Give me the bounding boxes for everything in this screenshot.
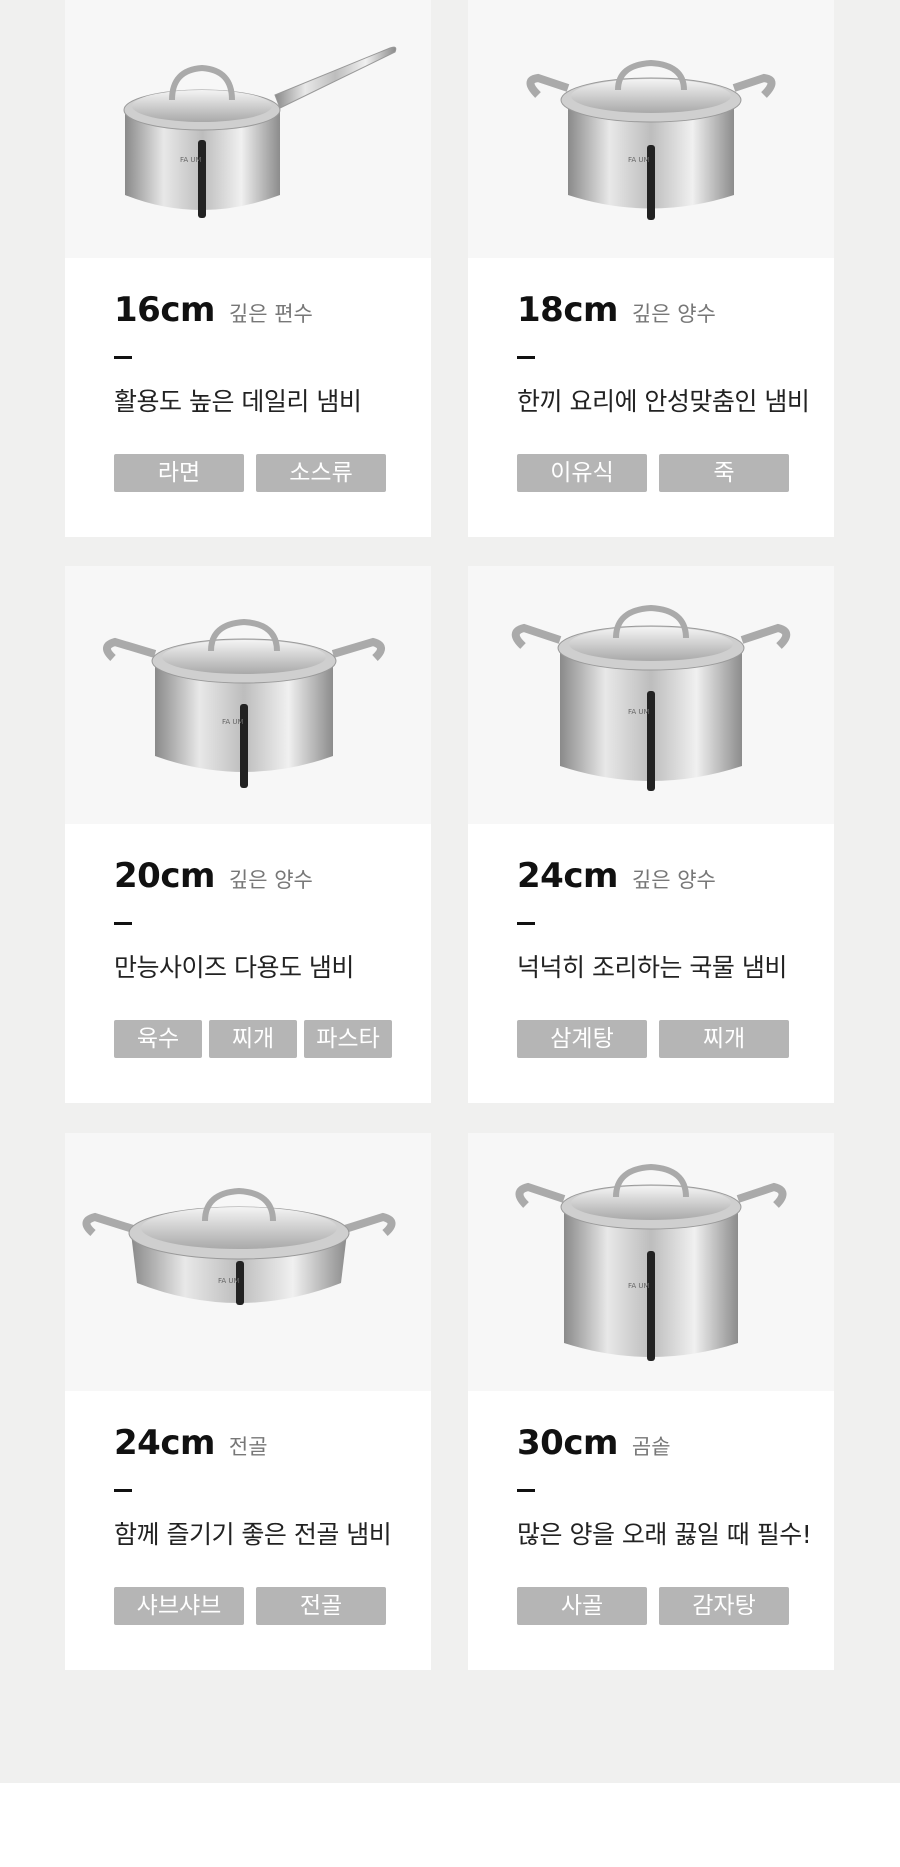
divider-dash (517, 356, 535, 359)
product-description: 많은 양을 오래 끓일 때 필수! (517, 1520, 812, 1549)
brand-logo: FA UM (222, 718, 244, 726)
tag-badge[interactable]: 샤브샤브 (114, 1587, 244, 1625)
product-card[interactable]: FA UM 18cm 깊은 양수 한끼 요리에 안성맞춤인 냄비 이유식 죽 (468, 0, 834, 537)
divider-dash (517, 922, 535, 925)
tag-list: 이유식 죽 (517, 454, 797, 492)
stockpot-image: FA UM (515, 1163, 787, 1361)
product-description: 활용도 높은 데일리 냄비 (114, 387, 362, 416)
product-photo: FA UM (65, 1133, 431, 1391)
pot-image: FA UM (526, 59, 776, 220)
product-photo: FA UM (468, 0, 834, 258)
product-card[interactable]: FA UM 30cm 곰솥 많은 양을 오래 끓일 때 필수! 사골 감자탕 (468, 1133, 834, 1670)
tag-badge[interactable]: 삼계탕 (517, 1020, 647, 1058)
divider-dash (114, 1489, 132, 1492)
tag-badge[interactable]: 육수 (114, 1020, 202, 1058)
product-card[interactable]: FA UM 20cm 깊은 양수 만능사이즈 다용도 냄비 육수 찌개 파스타 (65, 566, 431, 1103)
product-description: 만능사이즈 다용도 냄비 (114, 953, 354, 982)
pot-image: FA UM (103, 618, 385, 788)
brand-logo: FA UM (628, 708, 650, 716)
product-size: 24cm (517, 856, 618, 896)
product-description: 한끼 요리에 안성맞춤인 냄비 (517, 387, 810, 416)
product-photo: FA UM (65, 0, 431, 258)
divider-dash (517, 1489, 535, 1492)
pot-image: FA UM (511, 604, 791, 791)
product-kind: 깊은 양수 (228, 868, 313, 892)
tag-list: 라면 소스류 (114, 454, 394, 492)
product-size: 24cm (114, 1423, 215, 1463)
product-kind: 곰솥 (631, 1435, 671, 1459)
brand-logo: FA UM (628, 156, 650, 164)
product-description: 넉넉히 조리하는 국물 냄비 (517, 953, 787, 982)
brand-logo: FA UM (180, 156, 202, 164)
product-size: 30cm (517, 1423, 618, 1463)
product-card[interactable]: FA UM 24cm 전골 함께 즐기기 좋은 전골 냄비 샤브샤브 전골 (65, 1133, 431, 1670)
tag-badge[interactable]: 전골 (256, 1587, 386, 1625)
tag-list: 샤브샤브 전골 (114, 1587, 394, 1625)
tag-badge[interactable]: 파스타 (304, 1020, 392, 1058)
product-card[interactable]: FA UM 24cm 깊은 양수 넉넉히 조리하는 국물 냄비 삼계탕 찌개 (468, 566, 834, 1103)
casserole-image: FA UM (82, 1187, 396, 1305)
product-size: 16cm (114, 290, 215, 330)
tag-list: 삼계탕 찌개 (517, 1020, 797, 1058)
tag-badge[interactable]: 이유식 (517, 454, 647, 492)
footer-band (0, 1783, 900, 1867)
saucepan-image: FA UM (123, 46, 397, 218)
divider-dash (114, 356, 132, 359)
tag-badge[interactable]: 감자탕 (659, 1587, 789, 1625)
divider-dash (114, 922, 132, 925)
tag-list: 육수 찌개 파스타 (114, 1020, 394, 1058)
product-photo: FA UM (468, 1133, 834, 1391)
tag-list: 사골 감자탕 (517, 1587, 797, 1625)
product-card[interactable]: FA UM 16cm 깊은 편수 활용도 높은 데일리 냄비 라면 소스류 (65, 0, 431, 537)
brand-logo: FA UM (218, 1277, 240, 1285)
brand-logo: FA UM (628, 1282, 650, 1290)
product-size: 18cm (517, 290, 618, 330)
product-photo: FA UM (65, 566, 431, 824)
product-photo: FA UM (468, 566, 834, 824)
product-kind: 깊은 양수 (631, 868, 716, 892)
product-kind: 깊은 편수 (228, 302, 313, 326)
product-kind: 전골 (228, 1435, 268, 1459)
tag-badge[interactable]: 사골 (517, 1587, 647, 1625)
product-size: 20cm (114, 856, 215, 896)
product-description: 함께 즐기기 좋은 전골 냄비 (114, 1520, 392, 1549)
tag-badge[interactable]: 죽 (659, 454, 789, 492)
tag-badge[interactable]: 소스류 (256, 454, 386, 492)
tag-badge[interactable]: 찌개 (659, 1020, 789, 1058)
tag-badge[interactable]: 라면 (114, 454, 244, 492)
product-kind: 깊은 양수 (631, 302, 716, 326)
tag-badge[interactable]: 찌개 (209, 1020, 297, 1058)
